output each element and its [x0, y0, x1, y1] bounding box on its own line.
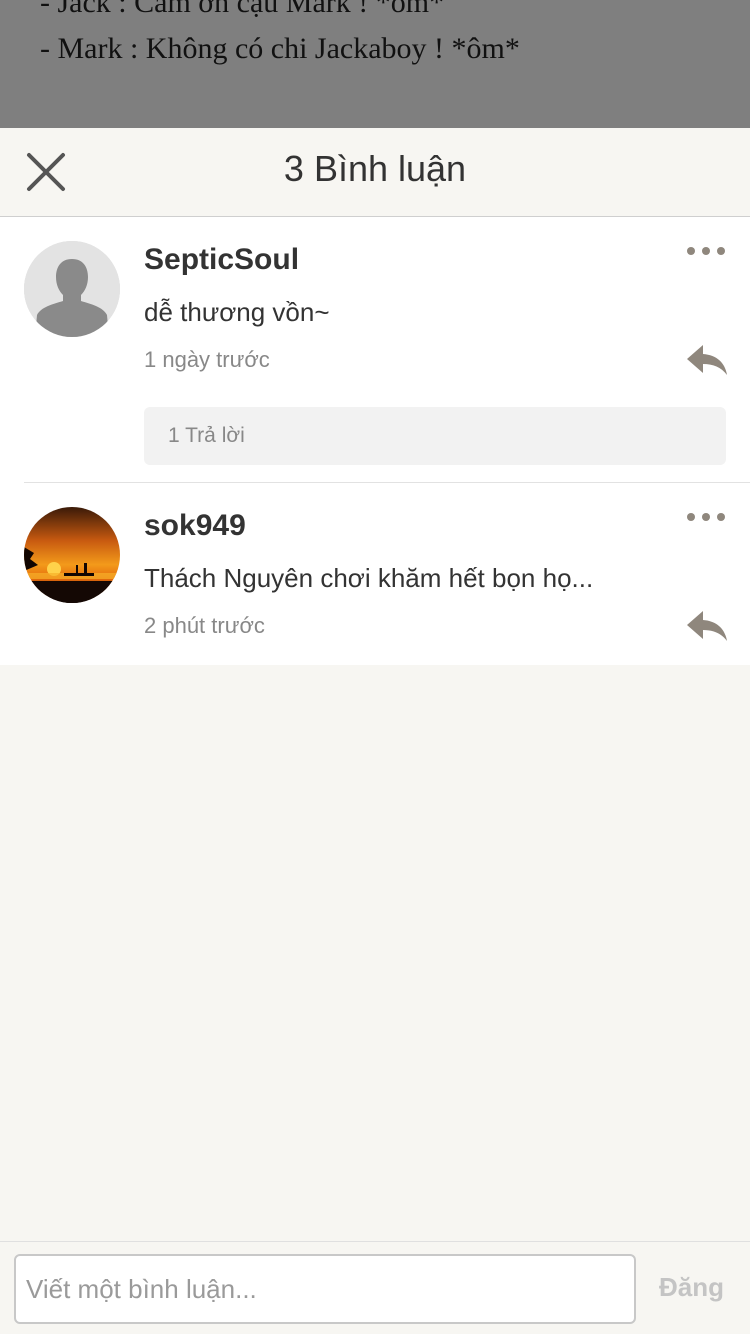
comments-title: 3 Bình luận [283, 148, 467, 189]
comment-timestamp: 1 ngày trước [144, 347, 270, 372]
reply-arrow-icon [687, 345, 727, 375]
sunset-avatar-icon [24, 507, 120, 603]
more-options-button[interactable] [686, 241, 726, 261]
comment-username[interactable]: sok949 [144, 509, 246, 543]
comment-composer: Đăng [0, 1241, 750, 1334]
comment-item: sok949 Thách Nguyên chơi khăm hết bọn họ… [0, 483, 750, 665]
more-dots-icon [687, 247, 725, 255]
comment-username[interactable]: SepticSoul [144, 243, 299, 277]
replies-count-label: 1 Trả lời [168, 424, 245, 447]
default-avatar-icon [24, 241, 120, 337]
story-background: - Jack : Cảm ơn cậu Mark ! *ôm* - Mark :… [0, 0, 750, 128]
comment-item: SepticSoul dễ thương vồn~ 1 ngày trước 1… [0, 217, 750, 483]
comment-text: Thách Nguyên chơi khăm hết bọn họ... [144, 563, 594, 593]
more-dots-icon [687, 513, 725, 521]
reply-arrow-icon [687, 611, 727, 641]
post-button[interactable]: Đăng [659, 1272, 724, 1303]
view-replies-button[interactable]: 1 Trả lời [144, 407, 726, 465]
comments-header: 3 Bình luận [0, 128, 750, 217]
avatar[interactable] [24, 241, 120, 337]
avatar[interactable] [24, 507, 120, 603]
story-line: - Jack : Cảm ơn cậu Mark ! *ôm* [40, 0, 445, 19]
comment-input[interactable] [14, 1254, 636, 1324]
reply-button[interactable] [686, 609, 728, 643]
story-line: - Mark : Không có chi Jackaboy ! *ôm* [40, 32, 520, 65]
reply-button[interactable] [686, 343, 728, 377]
comments-list: SepticSoul dễ thương vồn~ 1 ngày trước 1… [0, 217, 750, 665]
comment-text: dễ thương vồn~ [144, 297, 330, 327]
comment-timestamp: 2 phút trước [144, 613, 265, 638]
more-options-button[interactable] [686, 507, 726, 527]
